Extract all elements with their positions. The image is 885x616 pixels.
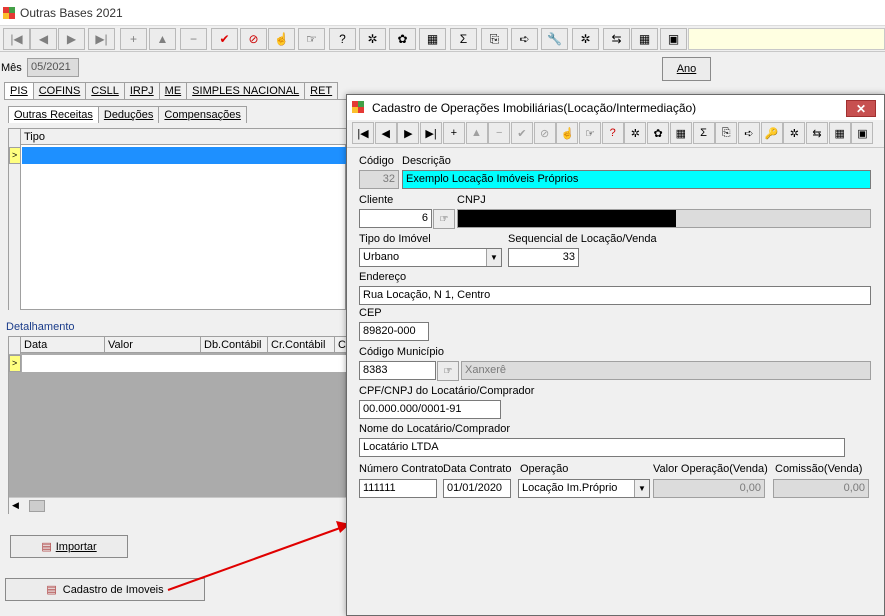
- comissao-field[interactable]: 0,00: [773, 479, 869, 498]
- sequencial-label: Sequencial de Locação/Venda: [508, 233, 657, 245]
- dialog-query-icon[interactable]: ?: [601, 122, 624, 144]
- dialog-sigma-icon[interactable]: Σ: [692, 122, 715, 144]
- dialog-hand-icon[interactable]: ☝: [556, 122, 579, 144]
- tipo-imovel-select[interactable]: Urbano ▼: [359, 248, 502, 267]
- dialog-cancel-icon[interactable]: ⊘: [533, 122, 556, 144]
- dialog-export-icon[interactable]: ▦: [669, 122, 692, 144]
- dialog-prev-icon[interactable]: ◀: [374, 122, 397, 144]
- endereco-field[interactable]: Rua Locação, N 1, Centro: [359, 286, 871, 305]
- municipio-nome-field[interactable]: Xanxerê: [461, 361, 871, 380]
- dialog-delete-icon[interactable]: −: [488, 122, 511, 144]
- arrow-line: [167, 527, 341, 591]
- sequencial-field[interactable]: 33: [508, 248, 579, 267]
- dialog-settings-icon[interactable]: ✲: [624, 122, 647, 144]
- municipio-lookup-icon[interactable]: ☞: [437, 361, 459, 381]
- cnpj-field[interactable]: [457, 209, 871, 228]
- descricao-field[interactable]: Exemplo Locação Imóveis Próprios: [402, 170, 871, 189]
- dialog-send-icon[interactable]: ➪: [737, 122, 760, 144]
- dialog-process-icon[interactable]: ✲: [783, 122, 806, 144]
- dialog-next-icon[interactable]: ▶: [397, 122, 420, 144]
- data-contrato-label: Data Contrato: [443, 463, 512, 475]
- dialog-copy-icon[interactable]: ⎘: [715, 122, 738, 144]
- codigo-field[interactable]: 32: [359, 170, 399, 189]
- municipio-label: Código Município: [359, 346, 444, 358]
- dialog-add-icon[interactable]: +: [442, 122, 465, 144]
- valor-operacao-label: Valor Operação(Venda): [653, 463, 768, 475]
- cep-label: CEP: [359, 307, 382, 319]
- dialog-title-bar: Cadastro de Operações Imobiliárias(Locaç…: [347, 95, 884, 120]
- chevron-down-icon[interactable]: ▼: [486, 249, 501, 266]
- chevron-down-icon[interactable]: ▼: [634, 480, 649, 497]
- cpf-label: CPF/CNPJ do Locatário/Comprador: [359, 385, 535, 397]
- valor-operacao-field[interactable]: 0,00: [653, 479, 765, 498]
- cep-field[interactable]: 89820-000: [359, 322, 429, 341]
- dialog-transfer-icon[interactable]: ⇆: [806, 122, 828, 144]
- data-contrato-field[interactable]: 01/01/2020: [443, 479, 511, 498]
- operacao-label: Operação: [520, 463, 569, 475]
- dialog-confirm-icon[interactable]: ✔: [510, 122, 533, 144]
- dialog-stop-icon[interactable]: ▣: [851, 122, 874, 144]
- numero-contrato-label: Número Contrato: [359, 463, 444, 475]
- codigo-label: Código: [359, 155, 394, 167]
- municipio-field[interactable]: 8383: [359, 361, 436, 380]
- cliente-field[interactable]: 6: [359, 209, 432, 228]
- dialog-toolbar-divider: [347, 147, 884, 148]
- dialog-key-icon[interactable]: 🔑: [760, 122, 783, 144]
- dialog-last-icon[interactable]: ▶|: [420, 122, 443, 144]
- cpf-field[interactable]: 00.000.000/0001-91: [359, 400, 501, 419]
- comissao-label: Comissão(Venda): [775, 463, 863, 475]
- cliente-lookup-icon[interactable]: ☞: [433, 209, 455, 229]
- dialog-first-icon[interactable]: |◀: [352, 122, 374, 144]
- operacao-select[interactable]: Locação Im.Próprio ▼: [518, 479, 650, 498]
- dialog-up-icon[interactable]: ▲: [465, 122, 488, 144]
- endereco-label: Endereço: [359, 271, 407, 283]
- redaction-bar: [458, 210, 676, 227]
- dialog-refresh-icon[interactable]: ✿: [647, 122, 670, 144]
- cliente-label: Cliente: [359, 194, 394, 206]
- cnpj-label: CNPJ: [457, 194, 486, 206]
- nome-field[interactable]: Locatário LTDA: [359, 438, 845, 457]
- tipo-imovel-label: Tipo do Imóvel: [359, 233, 431, 245]
- cadastro-dialog: Cadastro de Operações Imobiliárias(Locaç…: [346, 94, 885, 616]
- nome-label: Nome do Locatário/Comprador: [359, 423, 511, 435]
- dialog-app-icon: [352, 101, 364, 113]
- dialog-title: Cadastro de Operações Imobiliárias(Locaç…: [372, 101, 697, 115]
- descricao-label: Descrição: [402, 155, 451, 167]
- dialog-calculator-icon[interactable]: ▦: [828, 122, 851, 144]
- close-button[interactable]: ✕: [846, 100, 876, 117]
- operacao-value: Locação Im.Próprio: [522, 482, 618, 494]
- tipo-imovel-value: Urbano: [363, 251, 400, 263]
- numero-contrato-field[interactable]: 111111: [359, 479, 437, 498]
- dialog-lookup-icon[interactable]: ☞: [579, 122, 601, 144]
